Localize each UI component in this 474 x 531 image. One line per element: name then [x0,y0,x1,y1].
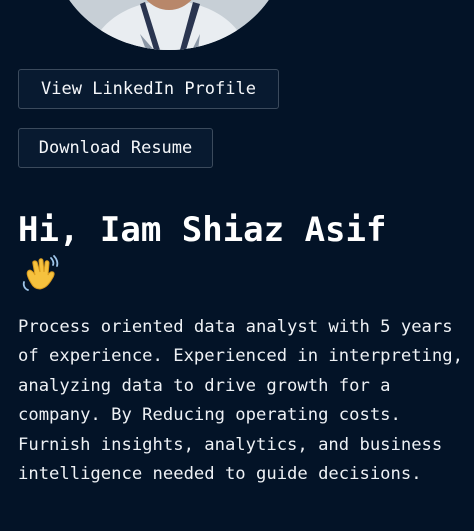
bio-paragraph: Process oriented data analyst with 5 yea… [18,317,463,485]
profile-photo [50,0,288,50]
waving-hand-icon [20,252,60,292]
download-resume-button[interactable]: Download Resume [18,128,213,168]
profile-photo-image [50,0,288,50]
view-linkedin-profile-button[interactable]: View LinkedIn Profile [18,69,279,109]
greeting-heading: Hi, Iam Shiaz Asif [18,210,387,250]
